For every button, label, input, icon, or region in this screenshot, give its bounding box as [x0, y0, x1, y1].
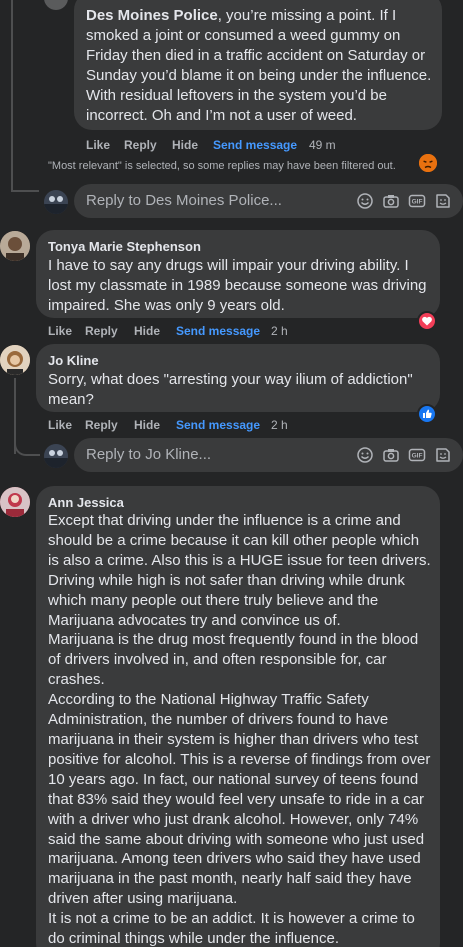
- comment-bubble: Des Moines Police, you’re missing a poin…: [74, 0, 442, 130]
- angry-reaction-icon[interactable]: [417, 152, 439, 174]
- comment-bubble: Ann Jessica Except that driving under th…: [36, 486, 440, 947]
- reply-box[interactable]: Reply to Jo Kline... GIF: [74, 438, 463, 472]
- comment-text: I have to say any drugs will impair your…: [48, 257, 427, 314]
- reply-button[interactable]: Reply: [85, 418, 118, 432]
- reply-button[interactable]: Reply: [124, 138, 157, 152]
- timestamp[interactable]: 2 h: [271, 324, 288, 338]
- comment-bubble: Tonya Marie Stephenson I have to say any…: [36, 230, 440, 318]
- timestamp[interactable]: 2 h: [271, 418, 288, 432]
- hide-button[interactable]: Hide: [172, 138, 198, 152]
- comment-text: Des Moines Police, you’re missing a poin…: [86, 7, 432, 124]
- like-button[interactable]: Like: [48, 418, 72, 432]
- timestamp[interactable]: 49 m: [309, 138, 336, 152]
- comment-author[interactable]: Tonya Marie Stephenson: [48, 239, 201, 254]
- comment-author[interactable]: Jo Kline: [48, 353, 99, 368]
- current-user-avatar[interactable]: [44, 444, 68, 468]
- thread-connector: [11, 170, 39, 192]
- reply-input[interactable]: Reply to Jo Kline...: [86, 446, 211, 463]
- svg-text:GIF: GIF: [412, 199, 423, 206]
- svg-text:GIF: GIF: [412, 453, 423, 460]
- comment-text: Except that driving under the influence …: [48, 512, 431, 947]
- like-button[interactable]: Like: [48, 324, 72, 338]
- filter-notice: "Most relevant" is selected, so some rep…: [48, 160, 396, 172]
- love-reaction-icon[interactable]: [417, 311, 437, 331]
- sticker-icon[interactable]: [434, 446, 452, 464]
- hide-button[interactable]: Hide: [134, 324, 160, 338]
- comment-author[interactable]: Ann Jessica: [48, 495, 124, 510]
- camera-icon[interactable]: [382, 192, 400, 210]
- comment-actions: Like Reply Hide Send message 2 h: [48, 418, 308, 434]
- thread-connector: [14, 432, 40, 456]
- gif-icon[interactable]: GIF: [408, 446, 426, 464]
- reply-button[interactable]: Reply: [85, 324, 118, 338]
- hide-button[interactable]: Hide: [134, 418, 160, 432]
- gif-icon[interactable]: GIF: [408, 192, 426, 210]
- avatar[interactable]: [0, 345, 30, 375]
- reply-input[interactable]: Reply to Des Moines Police...: [86, 192, 282, 209]
- thread-line: [11, 0, 13, 190]
- emoji-icon[interactable]: [356, 192, 374, 210]
- avatar[interactable]: [0, 231, 30, 261]
- send-message-button[interactable]: Send message: [176, 418, 260, 432]
- send-message-button[interactable]: Send message: [176, 324, 260, 338]
- comment-bubble: Jo Kline Sorry, what does "arresting you…: [36, 344, 440, 412]
- comment-actions: Like Reply Hide Send message 2 h: [48, 324, 308, 340]
- comment-actions: Like Reply Hide Send message 49 m: [86, 138, 346, 154]
- send-message-button[interactable]: Send message: [213, 138, 297, 152]
- like-reaction-icon[interactable]: [417, 404, 437, 424]
- avatar[interactable]: [44, 0, 68, 10]
- sticker-icon[interactable]: [434, 192, 452, 210]
- avatar[interactable]: [0, 487, 30, 517]
- current-user-avatar[interactable]: [44, 190, 68, 214]
- camera-icon[interactable]: [382, 446, 400, 464]
- comment-text: Sorry, what does "arresting your way ili…: [48, 371, 413, 408]
- like-button[interactable]: Like: [86, 138, 110, 152]
- comment-author[interactable]: Des Moines Police: [86, 7, 218, 24]
- emoji-icon[interactable]: [356, 446, 374, 464]
- reply-box[interactable]: Reply to Des Moines Police... GIF: [74, 184, 463, 218]
